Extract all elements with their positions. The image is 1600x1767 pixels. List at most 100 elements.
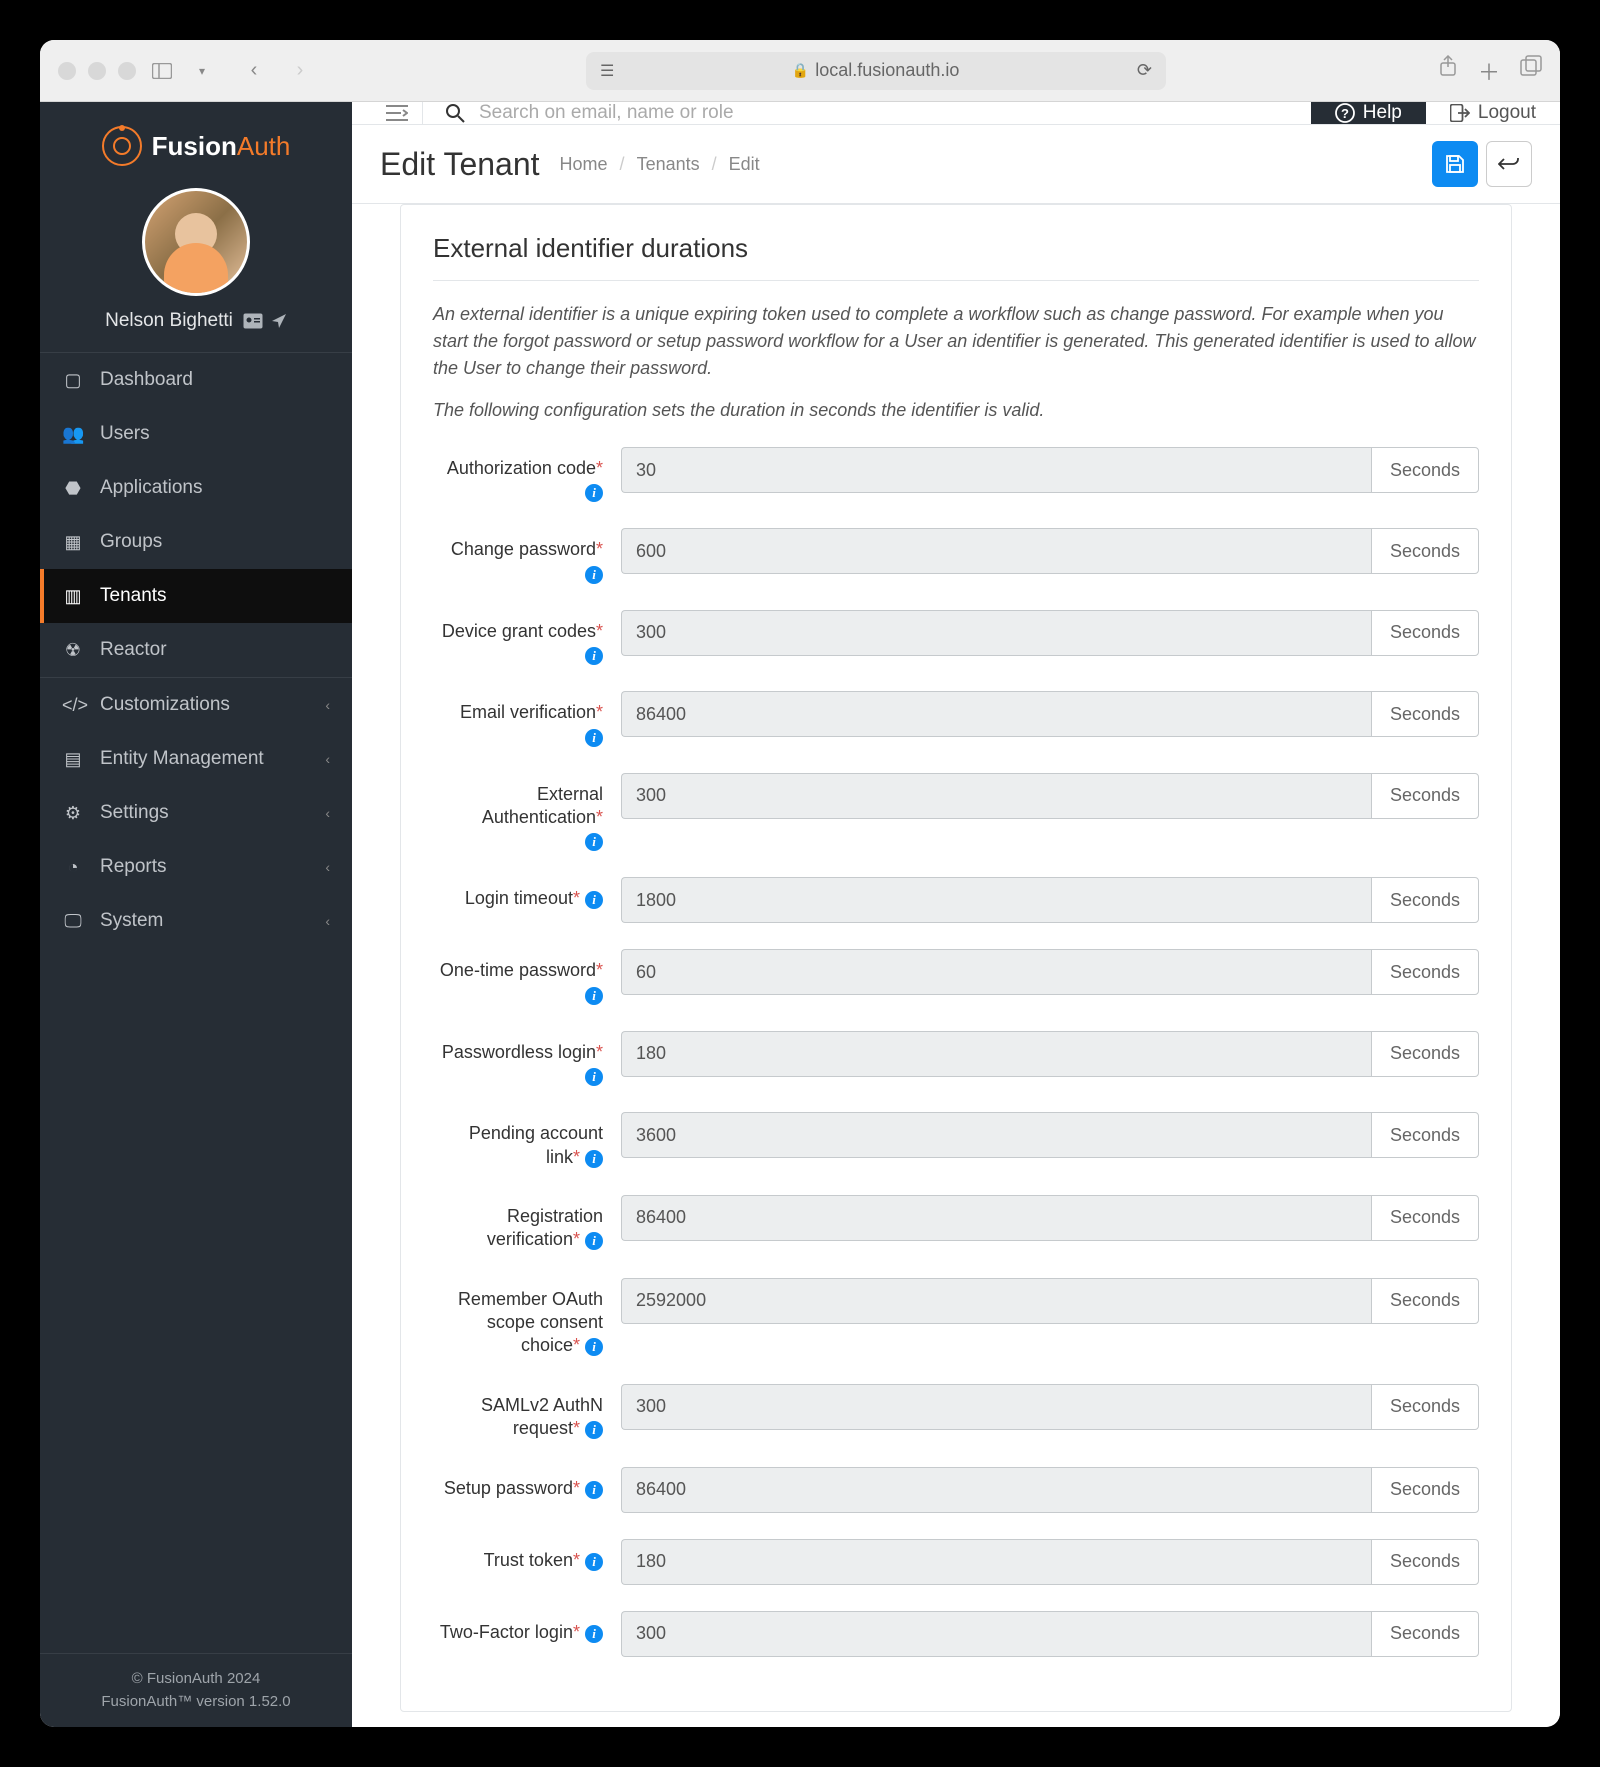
duration-input[interactable] — [621, 1112, 1371, 1158]
breadcrumb-item[interactable]: Tenants — [637, 154, 700, 175]
reload-icon[interactable]: ⟳ — [1137, 60, 1152, 81]
nav-item-dashboard[interactable]: ▢ Dashboard — [40, 353, 352, 407]
groups-icon: ▦ — [62, 532, 84, 553]
chevron-down-icon[interactable]: ▾ — [188, 57, 216, 85]
nav-label: Groups — [100, 531, 162, 553]
info-icon[interactable]: i — [585, 1068, 603, 1086]
chevron-left-icon: ‹ — [325, 697, 330, 713]
form-row: Device grant codes*iSeconds — [433, 610, 1479, 665]
nav-item-users[interactable]: 👥Users — [40, 407, 352, 461]
info-icon[interactable]: i — [585, 987, 603, 1005]
help-button[interactable]: ? Help — [1311, 102, 1426, 124]
info-icon[interactable]: i — [585, 729, 603, 747]
nav-item-reports[interactable]: ◔Reports‹ — [40, 840, 352, 894]
form-row: Trust token* iSeconds — [433, 1539, 1479, 1585]
form-row: External Authentication*iSeconds — [433, 773, 1479, 852]
duration-input[interactable] — [621, 447, 1371, 493]
duration-input[interactable] — [621, 1384, 1371, 1430]
logout-button[interactable]: Logout — [1426, 102, 1560, 124]
nav-item-customizations[interactable]: </>Customizations‹ — [40, 678, 352, 732]
unit-label: Seconds — [1371, 1384, 1479, 1430]
traffic-close[interactable] — [58, 62, 76, 80]
duration-input[interactable] — [621, 528, 1371, 574]
url-text: local.fusionauth.io — [815, 60, 959, 81]
field-label: Trust token* i — [433, 1549, 603, 1572]
forward-icon[interactable]: › — [286, 57, 314, 85]
nav-label: Tenants — [100, 585, 167, 607]
unit-label: Seconds — [1371, 1278, 1479, 1324]
traffic-min[interactable] — [88, 62, 106, 80]
breadcrumb-item[interactable]: Home — [560, 154, 608, 175]
new-tab-icon[interactable]: ＋ — [1478, 55, 1500, 87]
customizations-icon: </> — [62, 695, 84, 716]
tabs-icon[interactable] — [1520, 55, 1542, 87]
info-icon[interactable]: i — [585, 1553, 603, 1571]
field-label: External Authentication* — [433, 783, 603, 830]
nav-item-system[interactable]: 🖵System‹ — [40, 894, 352, 948]
duration-input[interactable] — [621, 949, 1371, 995]
share-icon[interactable] — [1438, 55, 1458, 87]
duration-input[interactable] — [621, 691, 1371, 737]
chevron-left-icon: ‹ — [325, 805, 330, 821]
info-icon[interactable]: i — [585, 484, 603, 502]
breadcrumb-item: Edit — [729, 154, 760, 175]
nav-item-entity-management[interactable]: ▤Entity Management‹ — [40, 732, 352, 786]
form-row: SAMLv2 AuthN request* i Seconds — [433, 1384, 1479, 1441]
duration-input[interactable] — [621, 1467, 1371, 1513]
field-label: Two-Factor login* i — [433, 1621, 603, 1644]
nav-item-groups[interactable]: ▦ Groups — [40, 515, 352, 569]
duration-input[interactable] — [621, 1611, 1371, 1657]
info-icon[interactable]: i — [585, 647, 603, 665]
traffic-max[interactable] — [118, 62, 136, 80]
info-icon[interactable]: i — [585, 891, 603, 909]
info-icon[interactable]: i — [585, 1421, 603, 1439]
save-button[interactable] — [1432, 141, 1478, 187]
duration-input[interactable] — [621, 1195, 1371, 1241]
avatar[interactable] — [142, 188, 250, 296]
info-icon[interactable]: i — [585, 833, 603, 851]
duration-input[interactable] — [621, 1031, 1371, 1077]
nav-item-tenants[interactable]: ▥Tenants — [40, 569, 352, 623]
form-row: Registration verification* iSeconds — [433, 1195, 1479, 1252]
address-bar[interactable]: ☰ 🔒 local.fusionauth.io ⟳ — [586, 52, 1166, 90]
form-row: Pending account link* iSeconds — [433, 1112, 1479, 1169]
field-label: Authorization code* — [433, 457, 603, 480]
id-card-icon[interactable] — [243, 313, 263, 329]
nav-label: Reports — [100, 856, 167, 878]
unit-label: Seconds — [1371, 1031, 1479, 1077]
search-input[interactable] — [479, 102, 1289, 124]
unit-label: Seconds — [1371, 528, 1479, 574]
info-icon[interactable]: i — [585, 1625, 603, 1643]
logo[interactable]: FusionAuth — [102, 126, 291, 166]
nav-item-applications[interactable]: ⬣Applications — [40, 461, 352, 515]
field-label: SAMLv2 AuthN request* i — [433, 1394, 603, 1441]
duration-input[interactable] — [621, 773, 1371, 819]
info-icon[interactable]: i — [585, 1481, 603, 1499]
nav-item-settings[interactable]: ⚙Settings‹ — [40, 786, 352, 840]
field-label: One-time password* — [433, 959, 603, 982]
duration-input[interactable] — [621, 610, 1371, 656]
nav-label: Entity Management — [100, 748, 264, 770]
reports-icon: ◔ — [62, 857, 84, 878]
location-icon[interactable] — [271, 313, 287, 329]
unit-label: Seconds — [1371, 949, 1479, 995]
duration-input[interactable] — [621, 1278, 1371, 1324]
duration-input[interactable] — [621, 1539, 1371, 1585]
sidebar-toggle-icon[interactable] — [372, 104, 422, 122]
sidebar-footer: © FusionAuth 2024 FusionAuth™ version 1.… — [40, 1653, 352, 1727]
field-label: Registration verification* i — [433, 1205, 603, 1252]
info-icon[interactable]: i — [585, 566, 603, 584]
field-label: Device grant codes* — [433, 620, 603, 643]
unit-label: Seconds — [1371, 1467, 1479, 1513]
info-icon[interactable]: i — [585, 1150, 603, 1168]
sidebar-icon[interactable] — [148, 57, 176, 85]
field-label: Change password* — [433, 538, 603, 561]
back-icon[interactable]: ‹ — [240, 57, 268, 85]
info-icon[interactable]: i — [585, 1232, 603, 1250]
back-button[interactable] — [1486, 141, 1532, 187]
duration-input[interactable] — [621, 877, 1371, 923]
nav-item-reactor[interactable]: ☢Reactor — [40, 623, 352, 677]
dashboard-icon: ▢ — [62, 370, 84, 391]
info-icon[interactable]: i — [585, 1338, 603, 1356]
nav-label: Dashboard — [100, 369, 193, 391]
